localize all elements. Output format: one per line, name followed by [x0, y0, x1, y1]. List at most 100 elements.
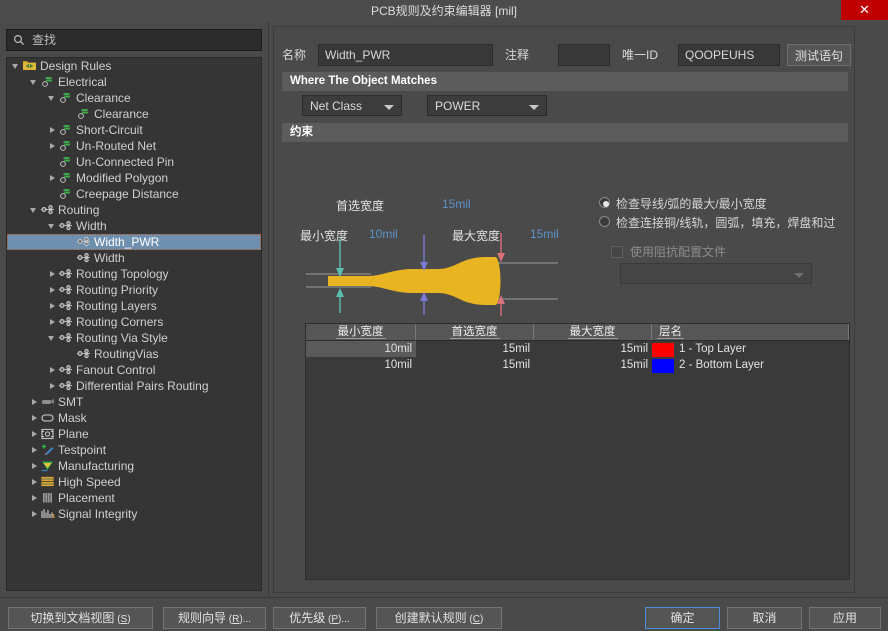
cell-preferred[interactable]: 15mil	[416, 357, 534, 373]
use-impedance-profile-checkbox[interactable]: 使用阻抗配置文件	[611, 243, 726, 260]
chevron-right-icon[interactable]	[47, 298, 58, 314]
tree-item-manufacturing[interactable]: Manufacturing	[7, 458, 261, 474]
tree-item-smt[interactable]: SMT	[7, 394, 261, 410]
apply-button[interactable]: 应用	[809, 607, 881, 629]
switch-to-document-view-button[interactable]: 切换到文档视图 (S)	[8, 607, 153, 629]
scope-value-combo[interactable]: POWER	[427, 95, 547, 116]
cell-layer[interactable]: 2 - Bottom Layer	[652, 357, 849, 373]
table-header-preferred[interactable]: 首选宽度	[416, 324, 534, 340]
tree-item-width[interactable]: Width	[7, 250, 261, 266]
test-query-button[interactable]: 测试语句	[787, 44, 851, 66]
tree-item-routing-layers[interactable]: Routing Layers	[7, 298, 261, 314]
rule-name-input[interactable]	[318, 44, 493, 66]
tree-item-label: Clearance	[94, 107, 149, 121]
tree-item-routing-priority[interactable]: Routing Priority	[7, 282, 261, 298]
chevron-right-icon[interactable]	[29, 506, 40, 522]
tree-item-design-rules[interactable]: Design Rules	[7, 58, 261, 74]
tree-item-un-connected-pin[interactable]: Un-Connected Pin	[7, 154, 261, 170]
tree-item-clearance[interactable]: Clearance	[7, 90, 261, 106]
tree-item-mask[interactable]: Mask	[7, 410, 261, 426]
tree-item-fanout-control[interactable]: Fanout Control	[7, 362, 261, 378]
tree-item-routing-topology[interactable]: Routing Topology	[7, 266, 261, 282]
chevron-down-icon[interactable]	[29, 202, 40, 218]
chevron-down-icon[interactable]	[47, 218, 58, 234]
search-input[interactable]	[30, 32, 250, 48]
routing-icon	[58, 315, 74, 329]
chevron-right-icon[interactable]	[47, 282, 58, 298]
table-header-min[interactable]: 最小宽度	[306, 324, 416, 340]
rule-wizard-button[interactable]: 规则向导 (R)...	[163, 607, 266, 629]
manufacturing-icon	[40, 459, 56, 473]
tree-item-short-circuit[interactable]: Short-Circuit	[7, 122, 261, 138]
check-wire-arc-width-radio[interactable]: 检查导线/弧的最大/最小宽度	[599, 195, 851, 212]
tree-item-modified-polygon[interactable]: Modified Polygon	[7, 170, 261, 186]
cancel-button[interactable]: 取消	[727, 607, 802, 629]
radio-indicator	[599, 197, 610, 208]
preferred-width-value[interactable]: 15mil	[442, 197, 471, 211]
table-body[interactable]: 10mil 15mil 15mil 1 - Top Layer 10mil 15mil 15…	[306, 341, 849, 373]
tree-item-electrical[interactable]: Electrical	[7, 74, 261, 90]
ok-button[interactable]: 确定	[645, 607, 720, 629]
tree-item-testpoint[interactable]: Testpoint	[7, 442, 261, 458]
chevron-right-icon[interactable]	[29, 410, 40, 426]
chevron-right-icon[interactable]	[29, 426, 40, 442]
tree-item-plane[interactable]: Plane	[7, 426, 261, 442]
impedance-profile-combo[interactable]	[620, 263, 812, 284]
chevron-right-icon[interactable]	[47, 378, 58, 394]
create-default-rules-button[interactable]: 创建默认规则 (C)	[376, 607, 502, 629]
cell-min[interactable]: 10mil	[306, 341, 416, 357]
chevron-right-icon[interactable]	[47, 314, 58, 330]
tree-item-routing[interactable]: Routing	[7, 202, 261, 218]
routing-icon	[76, 235, 92, 249]
routing-icon	[58, 283, 74, 297]
check-connected-copper-radio[interactable]: 检查连接铜/线轨，圆弧，填充，焊盘和过	[599, 214, 851, 231]
tree-item-routing-via-style[interactable]: Routing Via Style	[7, 330, 261, 346]
chevron-right-icon[interactable]	[29, 442, 40, 458]
chevron-down-icon[interactable]	[29, 74, 40, 90]
table-row[interactable]: 10mil 15mil 15mil 2 - Bottom Layer	[306, 357, 849, 373]
tree-item-creepage-distance[interactable]: Creepage Distance	[7, 186, 261, 202]
chevron-down-icon[interactable]	[47, 90, 58, 106]
chevron-right-icon[interactable]	[29, 394, 40, 410]
search-box[interactable]	[6, 29, 262, 51]
tree-item-width-pwr[interactable]: Width_PWR	[7, 234, 261, 250]
dialog-button-bar: 切换到文档视图 (S) 规则向导 (R)... 优先级 (P)... 创建默认规…	[0, 597, 888, 631]
tree-item-clearance[interactable]: Clearance	[7, 106, 261, 122]
tree-item-width[interactable]: Width	[7, 218, 261, 234]
cell-layer[interactable]: 1 - Top Layer	[652, 341, 849, 357]
table-row[interactable]: 10mil 15mil 15mil 1 - Top Layer	[306, 341, 849, 357]
width-constraints-table[interactable]: 最小宽度 首选宽度 最大宽度 层名 10mil 15mil 15mil 1 - Top La…	[305, 323, 850, 580]
table-header-layer[interactable]: 层名	[652, 324, 849, 340]
cell-preferred[interactable]: 15mil	[416, 341, 534, 357]
unique-id-input[interactable]	[678, 44, 780, 66]
chevron-right-icon[interactable]	[29, 490, 40, 506]
chevron-right-icon[interactable]	[47, 266, 58, 282]
chevron-right-icon[interactable]	[29, 458, 40, 474]
chevron-down-icon	[384, 105, 394, 110]
chevron-right-icon[interactable]	[47, 362, 58, 378]
priorities-button[interactable]: 优先级 (P)...	[273, 607, 366, 629]
table-header-max[interactable]: 最大宽度	[534, 324, 652, 340]
tree-item-differential-pairs-routing[interactable]: Differential Pairs Routing	[7, 378, 261, 394]
tree-item-label: Width	[76, 219, 107, 233]
scope-kind-combo[interactable]: Net Class	[302, 95, 402, 116]
chevron-right-icon[interactable]	[47, 170, 58, 186]
chevron-down-icon[interactable]	[47, 330, 58, 346]
close-button[interactable]: ✕	[841, 0, 888, 20]
chevron-down-icon[interactable]	[11, 58, 22, 74]
chevron-right-icon[interactable]	[47, 138, 58, 154]
tree-item-routing-corners[interactable]: Routing Corners	[7, 314, 261, 330]
design-rules-tree[interactable]: Design Rules Electrical Clearance Clearance…	[6, 57, 262, 591]
chevron-right-icon[interactable]	[47, 122, 58, 138]
tree-item-signal-integrity[interactable]: Signal Integrity	[7, 506, 261, 522]
tree-item-high-speed[interactable]: High Speed	[7, 474, 261, 490]
cell-min[interactable]: 10mil	[306, 357, 416, 373]
cell-max[interactable]: 15mil	[534, 357, 652, 373]
chevron-right-icon[interactable]	[29, 474, 40, 490]
tree-item-un-routed-net[interactable]: Un-Routed Net	[7, 138, 261, 154]
tree-item-routingvias[interactable]: RoutingVias	[7, 346, 261, 362]
rule-comment-input[interactable]	[558, 44, 610, 66]
cell-max[interactable]: 15mil	[534, 341, 652, 357]
tree-item-placement[interactable]: Placement	[7, 490, 261, 506]
